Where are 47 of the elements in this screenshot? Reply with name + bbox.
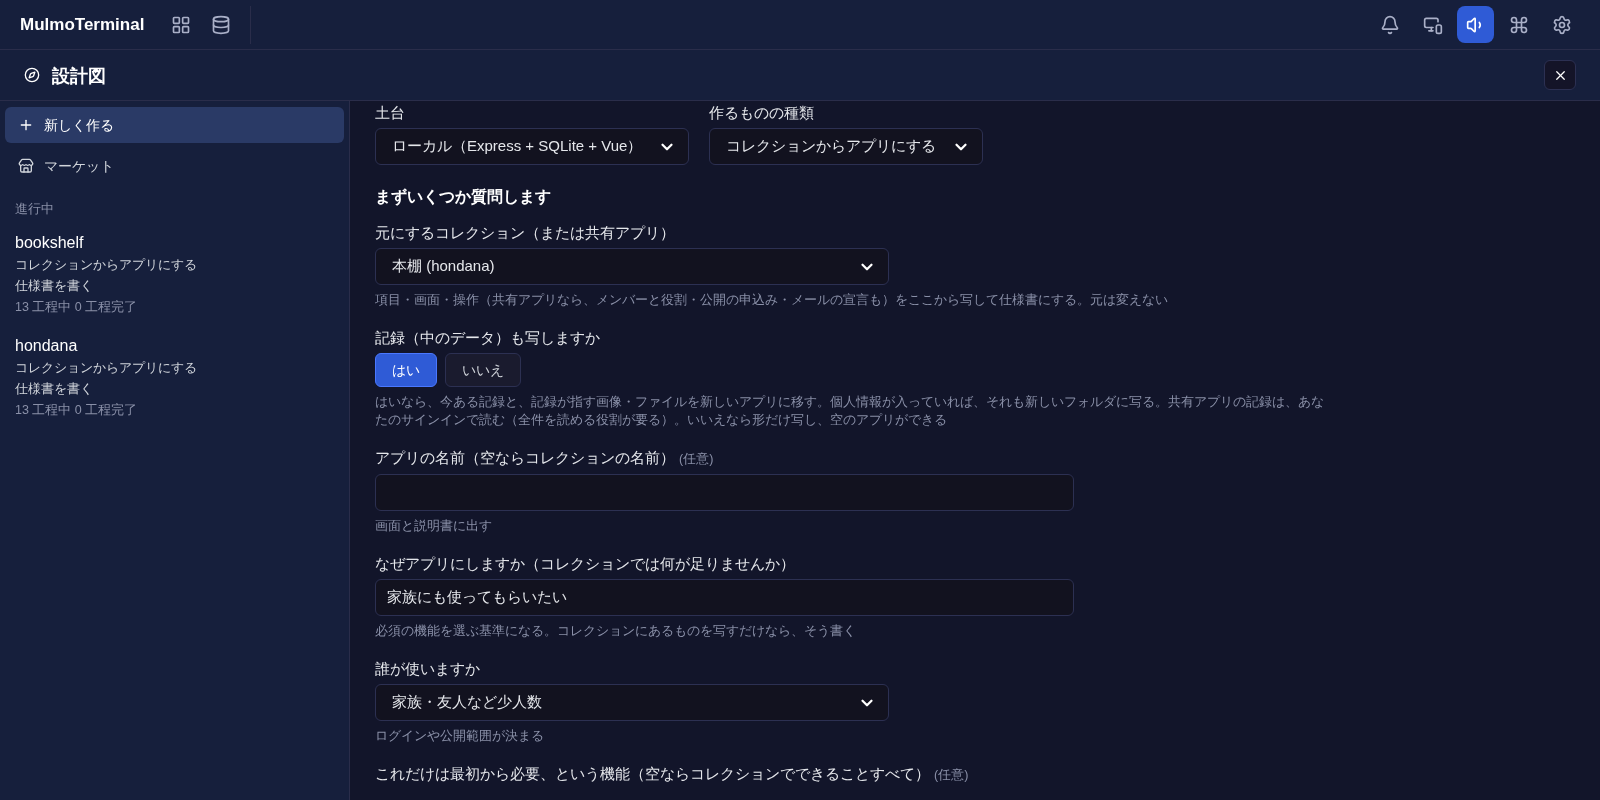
field-label: 作るものの種類 [709,103,816,123]
section-label: 進行中 [14,201,55,218]
text-input-field[interactable] [375,474,1074,511]
field-hint: 画面と説明書に出す [375,518,493,535]
text-input-field[interactable]: 家族にも使ってもらいたい [375,579,1074,616]
grid-icon [171,14,192,35]
field-label: 元にするコレクション（または共有アプリ） [375,223,675,243]
project-type: コレクションからアプリにする [15,256,198,274]
field-hint: はいなら、今ある記録と、記録が指す画像・ファイルを新しいアプリに移す。個人情報が入っていれば、それも新しいフォルダに写る。共有アプリの記録は、あなたのサインインで読む（全件を読める役割が要る）。いいえなら形だけ写し、空のアプリができる [375,394,1325,429]
section-heading: まずいくつか質問します [375,187,552,208]
app-name: MulmoTerminal [20,13,145,36]
field-label: 土台 [375,103,406,123]
choice-button[interactable]: いいえ [445,353,521,387]
step-count-text: 13 工程中 0 工程完了 [15,298,139,316]
field-hint: 項目・画面・操作（共有アプリなら、メンバーと役割・公開の申込み・メールの宣言も）をここから写して仕様書にする。元は変えない [375,292,1169,309]
field-hint: 必須の機能を選ぶ基準になる。コレクションにあるものを写すだけなら、そう書く [375,623,857,640]
select-field[interactable]: 家族・友人など少人数 [375,684,889,721]
field-hint: ログインや公開範囲が決まる [375,728,545,745]
settings-icon [1551,14,1572,35]
speaker-button[interactable] [1457,6,1494,43]
panel-title: 設計図 [52,63,106,88]
project-name[interactable]: bookshelf [15,230,334,255]
field-label: 誰が使いますか [375,659,480,679]
field-label: アプリの名前（空ならコレクションの名前） [375,448,675,468]
compass-icon [24,67,40,83]
command-key-icon [1508,14,1529,35]
select-field[interactable]: コレクションからアプリにする [709,128,984,165]
select-field[interactable]: ローカル（Express + SQLite + Vue） [375,128,690,165]
select-field[interactable]: 本棚 (hondana) [375,248,889,285]
bell-icon [1379,14,1400,35]
optional-label: (任意) [934,767,969,784]
project-step: 仕様書を書く [15,275,334,297]
choice-button[interactable]: はい [375,353,437,387]
project-type: コレクションからアプリにする [15,359,198,377]
field-label: 記録（中のデータ）も写しますか [375,328,600,348]
field-label: これだけは最初から必要、という機能（空ならコレクションでできることすべて） [375,764,930,784]
plus-icon [18,117,34,133]
field-label: なぜアプリにしますか（コレクションでは何が足りませんか） [375,554,795,574]
close-button[interactable] [1544,60,1576,90]
project-step: 仕様書を書く [15,378,334,400]
sidebar-item[interactable]: 新しく作る [5,107,344,143]
step-count-text: 13 工程中 0 工程完了 [15,401,139,419]
project-name[interactable]: hondana [15,333,334,358]
store-icon [18,158,34,174]
database-icon [211,14,232,35]
optional-label: (任意) [679,451,714,468]
sidebar-item[interactable]: マーケット [5,148,344,184]
